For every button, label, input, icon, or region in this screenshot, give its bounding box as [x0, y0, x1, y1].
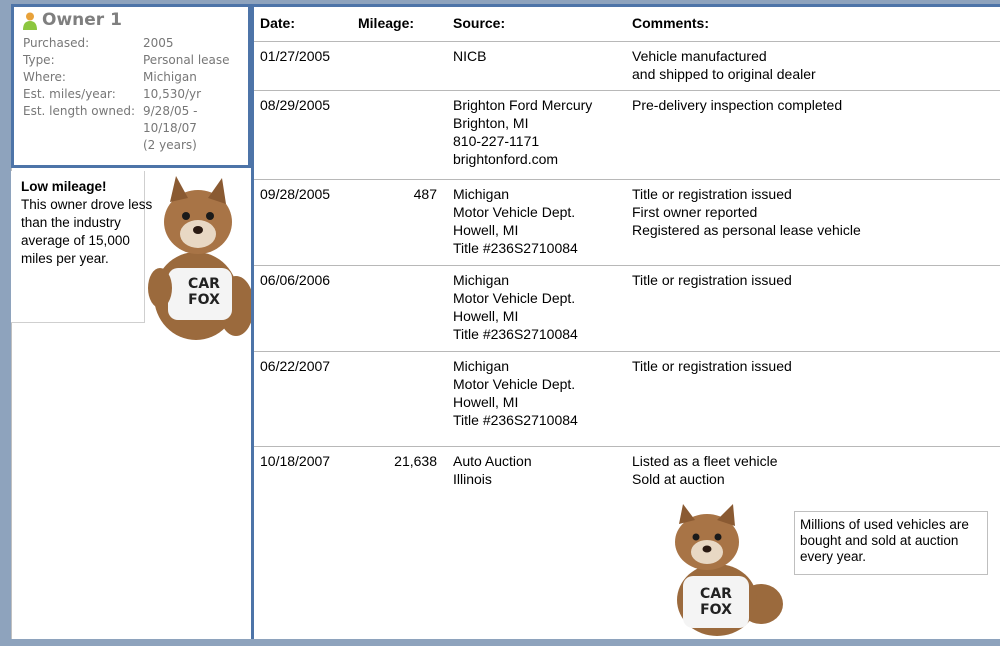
owner-info-label: Est. miles/year: [23, 87, 116, 101]
row-source: Brighton Ford Mercury Brighton, MI 810-227… [453, 96, 631, 168]
source-line: Michigan [453, 358, 510, 374]
source-line: Michigan [453, 186, 510, 202]
row-source: Michigan Motor Vehicle Dept. Howell, MI Tit… [453, 271, 631, 343]
row-source: Michigan Motor Vehicle Dept. Howell, MI Tit… [453, 357, 631, 429]
row-comments: Title or registration issued First owner … [632, 185, 992, 239]
comment-line: Sold at auction [632, 471, 725, 487]
source-line: Michigan [453, 272, 510, 288]
owner-info-label: Type: [23, 53, 55, 67]
table-row: 06/22/2007 Michigan Motor Vehicle Dept. How… [254, 351, 1000, 447]
row-comments: Listed as a fleet vehicle Sold at auction [632, 452, 992, 488]
row-mileage: 487 [413, 186, 437, 202]
comment-line: Title or registration issued [632, 272, 792, 288]
source-line: brightonford.com [453, 151, 559, 167]
comment-line: First owner reported [632, 204, 758, 220]
table-row: 06/06/2006 Michigan Motor Vehicle Dept. How… [254, 265, 1000, 352]
mascot-shirt-line-1: CAR [188, 276, 220, 292]
owner-info-label: Where: [23, 70, 66, 84]
source-line: Illinois [453, 471, 492, 487]
comment-line: Title or registration issued [632, 358, 792, 374]
header-mileage: Mileage: [358, 15, 415, 31]
owner-info-row: Est. length owned: 9/28/05 - 10/18/07 (2 ye… [23, 103, 247, 154]
fox-mascot-auction-image: CAR FOX [675, 504, 783, 636]
owner-info-value: 10,530/yr [143, 86, 247, 103]
source-line: Howell, MI [453, 394, 519, 410]
comment-line: Registered as personal lease vehicle [632, 222, 861, 238]
callout-body: This owner drove less than the industry … [21, 197, 153, 266]
table-row: 01/27/2005 NICB Vehicle manufactured and sh… [254, 41, 1000, 91]
source-line: Auto Auction [453, 453, 532, 469]
source-line: Howell, MI [453, 308, 519, 324]
owner-info-row: Est. miles/year: 10,530/yr [23, 86, 247, 103]
header-date: Date: [260, 15, 296, 31]
row-comments: Vehicle manufactured and shipped to origi… [632, 47, 992, 83]
table-row: 09/28/2005 487 Michigan Motor Vehicle Dept.… [254, 179, 1000, 266]
header-comments: Comments: [632, 15, 710, 31]
owner-info-row: Purchased: 2005 [23, 35, 247, 52]
comment-line: Vehicle manufactured [632, 48, 767, 64]
owner-info-value-line: 2005 [143, 36, 174, 50]
source-line: Title #236S2710084 [453, 326, 578, 342]
row-date: 01/27/2005 [260, 48, 331, 64]
fox-mascot-image: CAR FOX [148, 176, 254, 340]
low-mileage-callout: Low mileage! This owner drove less than … [11, 171, 152, 323]
owner-info-value: 9/28/05 - 10/18/07 (2 years) [143, 103, 247, 154]
row-comments: Title or registration issued [632, 357, 992, 375]
owner-info-label: Est. length owned: [23, 104, 136, 118]
comment-line: Title or registration issued [632, 186, 792, 202]
source-line: NICB [453, 48, 487, 64]
person-icon [23, 12, 37, 30]
source-line: Brighton Ford Mercury [453, 97, 593, 113]
owner-info-row: Where: Michigan [23, 69, 247, 86]
comment-line: Pre-delivery inspection completed [632, 97, 843, 113]
comment-line: and shipped to original dealer [632, 66, 816, 82]
source-line: Howell, MI [453, 222, 519, 238]
callout-title: Low mileage! [21, 179, 107, 194]
source-line: 810-227-1171 [453, 133, 540, 149]
owner-info-list: Purchased: 2005 Type: Personal lease Where: M… [23, 35, 247, 154]
header-source: Source: [453, 15, 506, 31]
row-source: Michigan Motor Vehicle Dept. Howell, MI Tit… [453, 185, 631, 257]
source-line: Motor Vehicle Dept. [453, 376, 576, 392]
vehicle-history-page: Owner 1 Purchased: 2005 Type: Personal leas… [0, 0, 1000, 639]
owner-info-value-line: 9/28/05 - [143, 104, 198, 118]
owner-info-value: Michigan [143, 69, 247, 86]
owner-info-value-line: (2 years) [143, 138, 197, 152]
row-source: NICB [453, 47, 631, 65]
auction-tip-box: Millions of used vehicles are bought and… [794, 511, 988, 575]
owner-info-value-line: Personal lease [143, 53, 230, 67]
table-row: 08/29/2005 Brighton Ford Mercury Brighton,… [254, 90, 1000, 180]
row-date: 08/29/2005 [260, 97, 331, 113]
owner-info-value-line: Michigan [143, 70, 197, 84]
source-line: Brighton, MI [453, 115, 529, 131]
owner-info-label: Purchased: [23, 36, 90, 50]
owner-info-value-line: 10/18/07 [143, 121, 197, 135]
row-date: 06/06/2006 [260, 272, 331, 288]
owner-info-value-line: 10,530/yr [143, 87, 202, 101]
owner-info-row: Type: Personal lease [23, 52, 247, 69]
row-source: Auto Auction Illinois [453, 452, 631, 488]
row-date: 10/18/2007 [260, 453, 331, 469]
owner-info-value: 2005 [143, 35, 247, 52]
source-line: Title #236S2710084 [453, 412, 578, 428]
history-table: Date: Mileage: Source: Comments: 01/27/2… [251, 4, 1000, 639]
row-date: 09/28/2005 [260, 186, 331, 202]
mascot2-shirt-line-1: CAR [700, 586, 732, 602]
row-comments: Pre-delivery inspection completed [632, 96, 992, 114]
source-line: Motor Vehicle Dept. [453, 204, 576, 220]
row-mileage: 21,638 [394, 453, 437, 469]
source-line: Title #236S2710084 [453, 240, 578, 256]
source-line: Motor Vehicle Dept. [453, 290, 576, 306]
table-header: Date: Mileage: Source: Comments: [254, 7, 1000, 42]
row-comments: Title or registration issued [632, 271, 992, 289]
row-date: 06/22/2007 [260, 358, 331, 374]
mascot-shirt-line-2: FOX [188, 292, 220, 308]
mascot2-shirt-line-2: FOX [700, 602, 732, 618]
owner-summary-card: Owner 1 Purchased: 2005 Type: Personal leas… [11, 4, 251, 168]
owner-title: Owner 1 [42, 10, 122, 30]
comment-line: Listed as a fleet vehicle [632, 453, 778, 469]
owner-info-value: Personal lease [143, 52, 247, 69]
